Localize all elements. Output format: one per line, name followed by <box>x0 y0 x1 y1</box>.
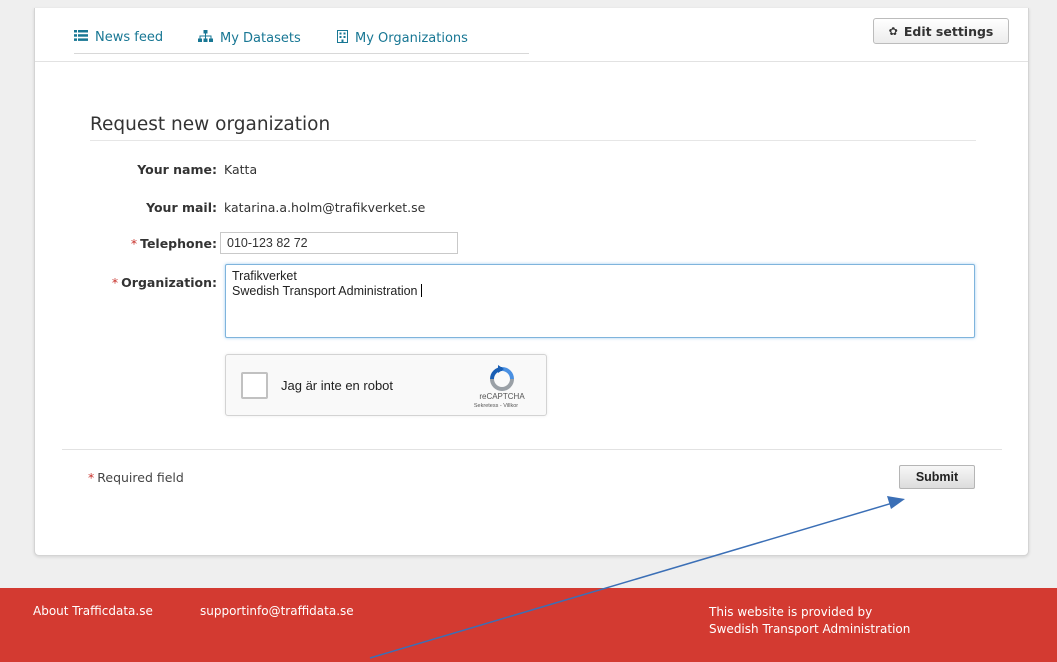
recaptcha-brand: reCAPTCHA <box>479 392 525 401</box>
your-name-label: Your name: <box>137 162 217 177</box>
recaptcha-terms-link[interactable]: Sekretess - Villkor <box>448 403 544 409</box>
tab-my-organizations[interactable]: My Organizations <box>337 30 468 47</box>
your-name-value: Katta <box>224 162 258 177</box>
tab-my-datasets[interactable]: My Datasets <box>198 30 301 46</box>
text-caret <box>420 284 422 297</box>
required-marker: * <box>130 236 138 251</box>
organization-label-text: Organization: <box>121 275 217 290</box>
organization-label: * Organization: <box>35 275 217 290</box>
organization-line-2-text: Swedish Transport Administration <box>232 284 418 298</box>
recaptcha-text: Jag är inte en robot <box>281 378 394 393</box>
recaptcha-checkbox[interactable] <box>241 372 268 399</box>
site-footer: About Trafficdata.se supportinfo@traffid… <box>0 588 1057 662</box>
edit-settings-button[interactable]: ✿ Edit settings <box>873 18 1009 44</box>
footer-provided-line-2: Swedish Transport Administration <box>709 622 911 636</box>
required-marker: * <box>111 275 119 290</box>
telephone-field[interactable] <box>220 232 458 254</box>
required-field-text: Required field <box>97 470 184 485</box>
list-icon <box>74 30 88 45</box>
footer-about-link[interactable]: About Trafficdata.se <box>33 604 153 618</box>
telephone-label-text: Telephone: <box>140 236 217 251</box>
tabs-underline <box>74 53 529 54</box>
organization-line-2: Swedish Transport Administration <box>232 284 968 299</box>
required-marker: * <box>88 470 95 485</box>
your-mail-value: katarina.a.holm@trafikverket.se <box>224 200 426 215</box>
page-title: Request new organization <box>90 114 331 135</box>
tab-my-organizations-label: My Organizations <box>355 31 468 46</box>
sitemap-icon <box>198 30 213 46</box>
footer-support-link[interactable]: supportinfo@traffidata.se <box>200 604 354 618</box>
required-field-note: * Required field <box>88 470 184 485</box>
recaptcha-widget: Jag är inte en robot reCAPTCHA Sekretess… <box>225 354 547 416</box>
edit-settings-label: Edit settings <box>903 23 994 39</box>
telephone-label: * Telephone: <box>35 236 217 251</box>
building-icon <box>337 30 348 47</box>
your-mail-label: Your mail: <box>146 200 217 215</box>
footer-provided-line-1: This website is provided by <box>709 605 873 619</box>
tab-news-feed-label: News feed <box>95 30 164 45</box>
gear-icon: ✿ <box>888 24 898 38</box>
main-card: News feed My Datasets My Organizations ✿… <box>34 8 1029 556</box>
tab-my-datasets-label: My Datasets <box>220 30 301 46</box>
organization-line-1: Trafikverket <box>232 269 297 283</box>
organization-textarea[interactable]: Trafikverket Swedish Transport Administr… <box>225 264 975 338</box>
title-divider <box>90 140 976 141</box>
tabs-bar: News feed My Datasets My Organizations ✿… <box>35 8 1028 62</box>
tab-news-feed[interactable]: News feed <box>74 30 163 45</box>
form-footer-divider <box>62 449 1002 450</box>
footer-provided-by: This website is provided by Swedish Tran… <box>709 604 910 638</box>
recaptcha-logo-icon <box>490 365 514 391</box>
submit-button[interactable]: Submit <box>899 465 975 489</box>
